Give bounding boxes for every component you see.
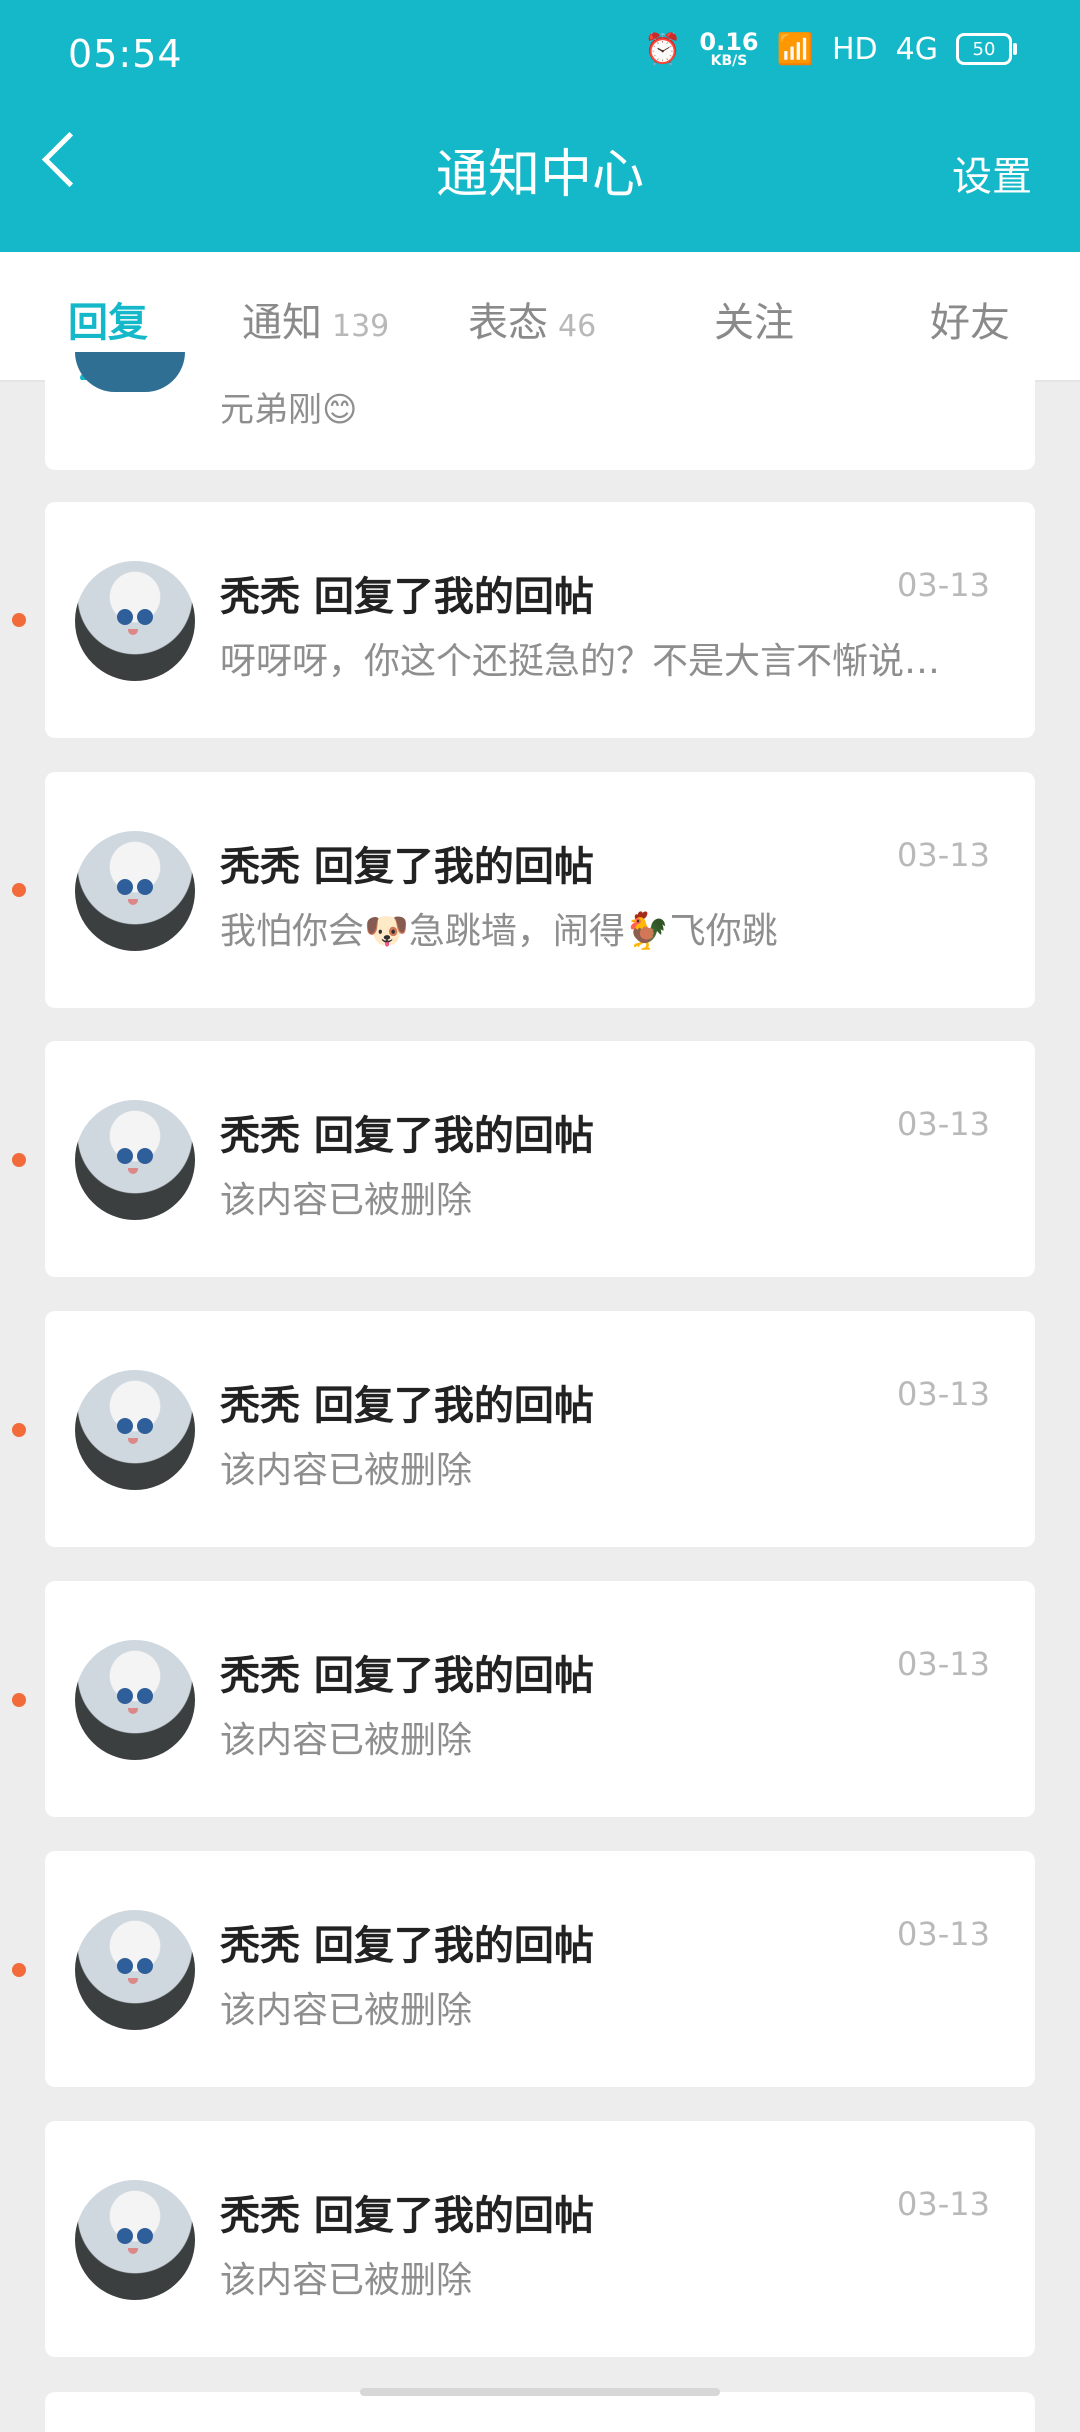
item-title: 秃秃 回复了我的回帖: [220, 574, 594, 620]
tab-reply[interactable]: 回复: [68, 290, 148, 348]
hd-label: HD: [831, 31, 878, 67]
avatar: [75, 352, 185, 392]
list-item[interactable]: 秃秃 回复了我的回帖 03-13 该内容已被删除: [45, 1311, 1035, 1547]
tab-friends[interactable]: 好友: [930, 290, 1010, 348]
avatar: [75, 1370, 195, 1490]
item-title: 秃秃 回复了我的回帖: [220, 1113, 594, 1159]
status-icons: ⏰ 0.16 KB/S 📶 HD 4G 50: [644, 28, 1017, 69]
avatar: [75, 561, 195, 681]
app-header: 05:54 ⏰ 0.16 KB/S 📶 HD 4G 50 通知中心 设置: [0, 0, 1080, 252]
item-title: 秃秃 回复了我的回帖: [220, 844, 594, 890]
list-item[interactable]: 秃秃 回复了我的回帖 03-13 呀呀呀，你这个还挺急的？不是大言不惭说…: [45, 502, 1035, 738]
item-title: 秃秃 回复了我的回帖: [220, 1923, 594, 1969]
item-message: 我怕你会🐶急跳墙，闹得🐓飞你跳: [220, 911, 778, 952]
wifi-icon: 📶: [776, 31, 814, 67]
item-date: 03-13: [897, 1105, 990, 1143]
avatar: [75, 831, 195, 951]
message-snippet: 元弟刚😊: [220, 390, 358, 430]
item-title: 秃秃 回复了我的回帖: [220, 1653, 594, 1699]
item-message: 该内容已被删除: [220, 1990, 473, 2031]
home-indicator[interactable]: [360, 2388, 720, 2396]
item-date: 03-13: [897, 566, 990, 604]
alarm-icon: ⏰: [644, 31, 682, 67]
unread-dot: [12, 1693, 26, 1707]
tab-badge: 139: [332, 309, 390, 344]
avatar: [75, 2180, 195, 2300]
unread-dot: [12, 883, 26, 897]
item-message: 该内容已被删除: [220, 2260, 473, 2301]
avatar: [75, 1100, 195, 1220]
list-item[interactable]: 秃秃 回复了我的回帖 03-13 该内容已被删除: [45, 2121, 1035, 2357]
item-date: 03-13: [897, 1645, 990, 1683]
item-message: 该内容已被删除: [220, 1450, 473, 1491]
list-item[interactable]: 秃秃 回复了我的回帖 03-13 我怕你会🐶急跳墙，闹得🐓飞你跳: [45, 772, 1035, 1008]
item-title: 秃秃 回复了我的回帖: [220, 1383, 594, 1429]
list-item-partial[interactable]: [45, 2392, 1035, 2432]
tab-reactions[interactable]: 表态 46: [468, 290, 596, 348]
list-item[interactable]: 秃秃 回复了我的回帖 03-13 该内容已被删除: [45, 1581, 1035, 1817]
item-date: 03-13: [897, 2185, 990, 2223]
status-time: 05:54: [68, 32, 183, 76]
settings-button[interactable]: 设置: [952, 144, 1032, 202]
unread-dot: [12, 1963, 26, 1977]
signal-icon: 4G: [895, 31, 938, 67]
unread-dot: [12, 1153, 26, 1167]
avatar: [75, 1640, 195, 1760]
list-item-partial[interactable]: 元弟刚😊: [45, 352, 1035, 470]
tab-notifications[interactable]: 通知 139: [242, 290, 389, 348]
avatar: [75, 1910, 195, 2030]
list-item[interactable]: 秃秃 回复了我的回帖 03-13 该内容已被删除: [45, 1851, 1035, 2087]
item-date: 03-13: [897, 836, 990, 874]
item-date: 03-13: [897, 1915, 990, 1953]
item-message: 该内容已被删除: [220, 1720, 473, 1761]
item-date: 03-13: [897, 1375, 990, 1413]
item-title: 秃秃 回复了我的回帖: [220, 2193, 594, 2239]
page-title: 通知中心: [435, 145, 644, 205]
unread-dot: [12, 613, 26, 627]
tab-follow[interactable]: 关注: [714, 290, 794, 348]
item-message: 该内容已被删除: [220, 1180, 473, 1221]
network-speed: 0.16 KB/S: [699, 28, 759, 69]
item-message: 呀呀呀，你这个还挺急的？不是大言不惭说…: [220, 641, 941, 682]
unread-dot: [12, 1423, 26, 1437]
battery-icon: 50: [956, 33, 1017, 65]
tab-badge: 46: [558, 309, 597, 344]
list-item[interactable]: 秃秃 回复了我的回帖 03-13 该内容已被删除: [45, 1041, 1035, 1277]
